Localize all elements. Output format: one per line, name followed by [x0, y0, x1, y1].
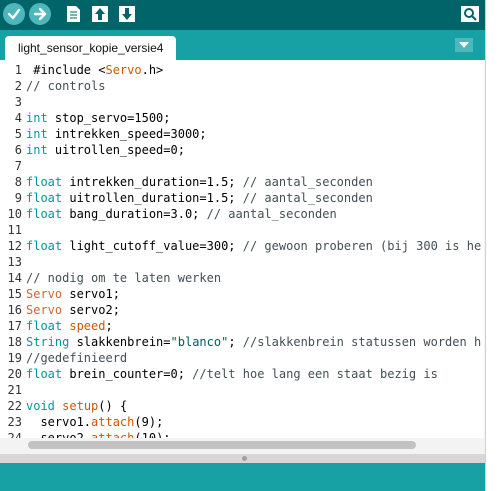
- line-number: 3: [14, 95, 22, 109]
- code-line: #include <Servo.h>: [26, 63, 164, 77]
- line-number-gutter: 123456789101112131415161718192021222324: [0, 60, 24, 454]
- line-number: 20: [7, 367, 22, 381]
- line-number: 13: [7, 255, 22, 269]
- code-line: String slakkenbrein="blanco"; //slakkenb…: [26, 335, 482, 349]
- code-line: float light_cutoff_value=300; // gewoon …: [26, 239, 482, 253]
- line-number: 1: [14, 63, 22, 77]
- tab-menu-button[interactable]: [455, 38, 473, 52]
- code-line: void setup() {: [26, 399, 128, 413]
- line-number: 16: [7, 303, 22, 317]
- arrow-down-icon: [119, 6, 135, 22]
- checkmark-icon: [7, 8, 21, 20]
- line-number: 21: [7, 383, 22, 397]
- toolbar: [0, 0, 485, 30]
- code-line: //gedefinieerd: [26, 351, 128, 365]
- code-line: Servo servo2;: [26, 303, 120, 317]
- line-number: 23: [7, 415, 22, 429]
- line-number: 10: [7, 207, 22, 221]
- line-number: 22: [7, 399, 22, 413]
- code-area[interactable]: #include <Servo.h> // controls int stop_…: [26, 60, 482, 454]
- code-line: int uitrollen_speed=0;: [26, 143, 185, 157]
- tab-strip: light_sensor_kopie_versie4: [0, 30, 485, 60]
- code-line: servo1.attach(9);: [26, 415, 164, 429]
- code-line: // controls: [26, 79, 106, 93]
- line-number: 2: [14, 79, 22, 93]
- line-number: 11: [7, 223, 22, 237]
- new-sketch-button[interactable]: [62, 3, 84, 25]
- line-number: 8: [14, 175, 22, 189]
- verify-button[interactable]: [3, 3, 25, 25]
- line-number: 12: [7, 239, 22, 253]
- code-line: float bang_duration=3.0; // aantal_secon…: [26, 207, 337, 221]
- arrow-right-icon: [33, 7, 47, 21]
- editor-console-divider[interactable]: [0, 454, 485, 463]
- arduino-ide-window: light_sensor_kopie_versie4 1 2 3 4 5 6 7 8 9 10 11…: [0, 0, 485, 491]
- line-number: 4: [14, 111, 22, 125]
- serial-monitor-button[interactable]: [459, 3, 481, 25]
- background-window-edge: [485, 0, 502, 491]
- line-number: 18: [7, 335, 22, 349]
- save-button[interactable]: [116, 3, 138, 25]
- message-bar: [0, 463, 485, 491]
- code-line: float brein_counter=0; //telt hoe lang e…: [26, 367, 438, 381]
- arrow-up-icon: [92, 6, 108, 22]
- code-line: float uitrollen_duration=1.5; // aantal_…: [26, 191, 373, 205]
- upload-button[interactable]: [29, 3, 51, 25]
- line-number: 14: [7, 271, 22, 285]
- line-number: 5: [14, 127, 22, 141]
- line-number: 17: [7, 319, 22, 333]
- open-button[interactable]: [89, 3, 111, 25]
- line-number: 19: [7, 351, 22, 365]
- horizontal-scroll-thumb[interactable]: [28, 441, 416, 449]
- code-line: // nodig om te laten werken: [26, 271, 222, 285]
- line-number: 15: [7, 287, 22, 301]
- magnifier-icon: [461, 6, 479, 22]
- horizontal-scrollbar[interactable]: [0, 438, 485, 454]
- code-line: float intrekken_duration=1.5; // aantal_…: [26, 175, 373, 189]
- triangle-down-icon: [459, 42, 469, 48]
- new-file-icon: [67, 6, 80, 22]
- line-number: 6: [14, 143, 22, 157]
- line-number: 7: [14, 159, 22, 173]
- line-number: 9: [14, 191, 22, 205]
- code-line: int stop_servo=1500;: [26, 111, 171, 125]
- tab-sketch[interactable]: light_sensor_kopie_versie4: [5, 36, 177, 60]
- code-line: float speed;: [26, 319, 113, 333]
- code-line: Servo servo1;: [26, 287, 120, 301]
- divider-handle-icon[interactable]: [242, 456, 247, 461]
- code-editor[interactable]: 123456789101112131415161718192021222324 …: [0, 60, 485, 454]
- code-line: int intrekken_speed=3000;: [26, 127, 207, 141]
